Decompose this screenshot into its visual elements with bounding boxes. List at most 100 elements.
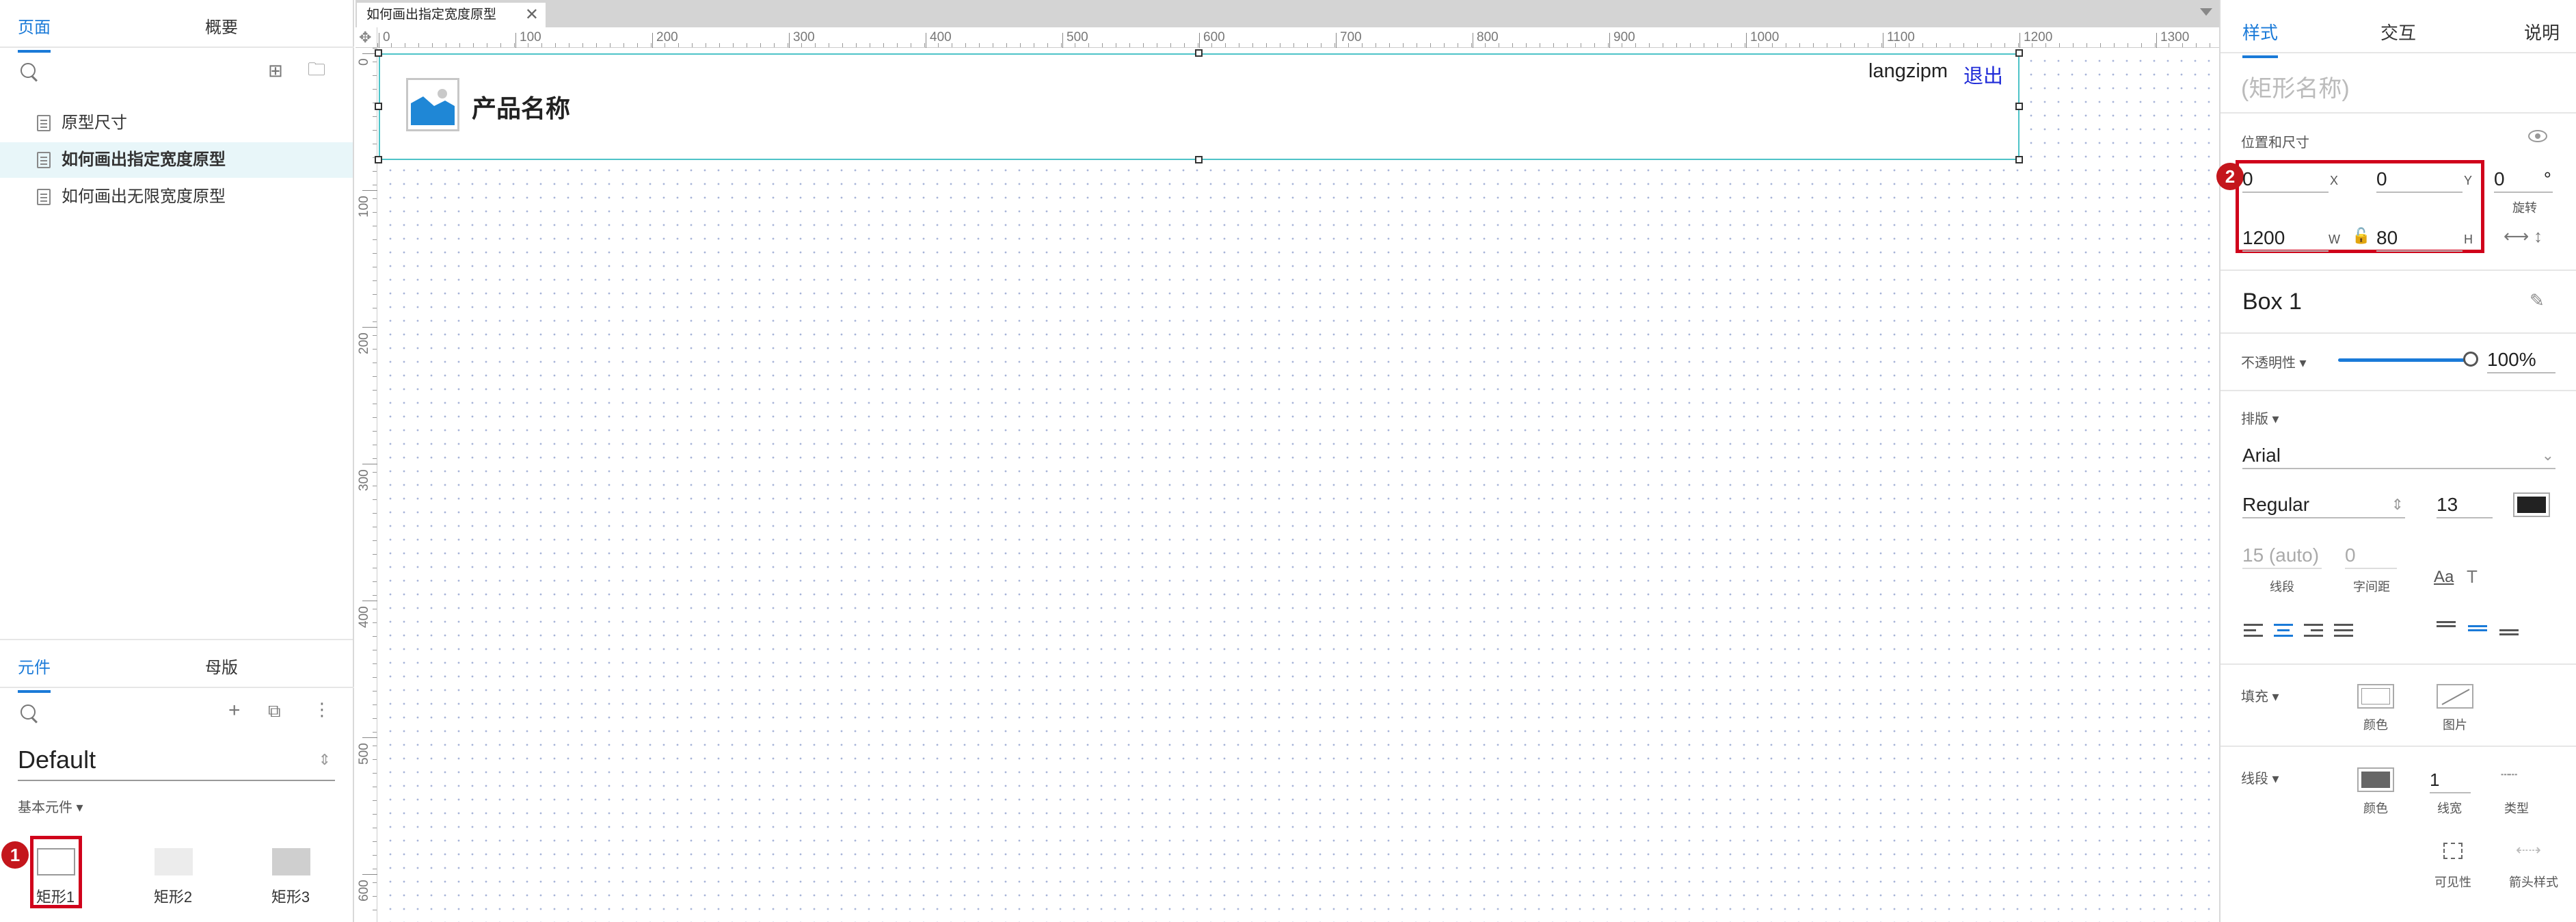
fit-width-icon[interactable]: ⟷ bbox=[2504, 226, 2529, 247]
y-label: Y bbox=[2464, 174, 2473, 187]
tab-widgets[interactable]: 元件 bbox=[18, 654, 51, 693]
resize-handle[interactable] bbox=[2015, 49, 2023, 57]
tab-style[interactable]: 样式 bbox=[2242, 19, 2279, 58]
chevron-updown-icon: ⇕ bbox=[318, 751, 331, 768]
valign-middle-icon[interactable] bbox=[2468, 625, 2487, 640]
widget-rectangle-2[interactable]: 矩形2 bbox=[135, 833, 211, 908]
rotation-input[interactable]: 0 ° bbox=[2494, 166, 2553, 193]
resize-handle[interactable] bbox=[375, 49, 382, 57]
font-color-swatch[interactable] bbox=[2513, 492, 2550, 517]
resize-handle[interactable] bbox=[2015, 103, 2023, 110]
stroke-width-input[interactable]: 1 bbox=[2430, 766, 2471, 793]
opacity-slider-track[interactable] bbox=[2338, 358, 2473, 362]
ruler-tick: 300 bbox=[793, 30, 815, 44]
image-placeholder-icon[interactable] bbox=[406, 78, 459, 131]
opacity-label[interactable]: 不透明性 ▾ bbox=[2241, 352, 2307, 371]
design-canvas[interactable] bbox=[378, 49, 2219, 922]
char-spacing-input[interactable]: 0 bbox=[2345, 542, 2397, 569]
font-size-input[interactable]: 13 bbox=[2437, 491, 2493, 518]
text-case-icon[interactable]: Aa bbox=[2434, 568, 2454, 587]
stroke-color-label: 颜色 bbox=[2363, 802, 2388, 815]
typography-label[interactable]: 排版 ▾ bbox=[2241, 408, 2279, 427]
stroke-label[interactable]: 线段 ▾ bbox=[2241, 767, 2279, 787]
document-tab[interactable]: 如何画出指定宽度原型 ✕ bbox=[357, 3, 546, 27]
ruler-tick: 0 bbox=[383, 30, 390, 44]
resize-handle[interactable] bbox=[1195, 156, 1203, 163]
page-item-selected[interactable]: 如何画出指定宽度原型 bbox=[0, 142, 353, 178]
x-input[interactable]: 0 bbox=[2242, 166, 2329, 193]
edit-note-icon[interactable]: ✎ bbox=[2530, 290, 2545, 311]
align-right-icon[interactable] bbox=[2304, 624, 2323, 639]
y-input[interactable]: 0 bbox=[2376, 166, 2463, 193]
tab-interactions[interactable]: 交互 bbox=[2380, 19, 2416, 44]
align-left-icon[interactable] bbox=[2244, 624, 2263, 639]
fill-color-swatch[interactable] bbox=[2357, 684, 2394, 709]
page-label: 如何画出指定宽度原型 bbox=[62, 150, 226, 169]
search-icon[interactable] bbox=[19, 703, 40, 724]
left-panel: 页面 概要 ⊞ 🗀 原型尺寸 如何画出指定宽度原型 如何画出无限宽度原型 元件 … bbox=[0, 0, 354, 922]
highlight-box-1 bbox=[30, 836, 82, 908]
ruler-tick: 1000 bbox=[1750, 30, 1780, 44]
lock-icon[interactable]: 🔓 bbox=[2352, 227, 2370, 245]
tab-pages[interactable]: 页面 bbox=[18, 14, 51, 53]
add-library-icon[interactable]: + bbox=[228, 700, 241, 721]
fit-height-icon[interactable]: ↕ bbox=[2534, 226, 2543, 247]
page-item[interactable]: 如何画出无限宽度原型 bbox=[0, 179, 353, 215]
shape-name-input[interactable]: (矩形名称) bbox=[2241, 70, 2350, 103]
page-label: 原型尺寸 bbox=[62, 114, 127, 132]
more-icon[interactable]: ⋮ bbox=[313, 699, 331, 720]
ruler-tick: 500 bbox=[357, 743, 371, 765]
stroke-type-icon[interactable]: ┄┄ bbox=[2501, 766, 2517, 784]
resize-handle[interactable] bbox=[1195, 49, 1203, 57]
font-select[interactable]: Arial ⌄ bbox=[2242, 442, 2555, 469]
stroke-color-swatch[interactable] bbox=[2357, 767, 2394, 792]
page-item[interactable]: 原型尺寸 bbox=[0, 105, 353, 141]
ruler-tick: 800 bbox=[1477, 30, 1499, 44]
font-style-select[interactable]: Regular ⇕ bbox=[2242, 491, 2405, 518]
ruler-tick: 600 bbox=[1203, 30, 1225, 44]
text-shadow-icon[interactable]: T bbox=[2467, 566, 2478, 588]
arrow-style-icon[interactable]: ⇠⇢ bbox=[2516, 841, 2541, 859]
line-spacing-label: 线段 bbox=[2270, 580, 2294, 594]
width-input[interactable]: 1200 bbox=[2242, 224, 2329, 252]
resize-handle[interactable] bbox=[375, 156, 382, 163]
header-rectangle[interactable] bbox=[379, 53, 2020, 160]
line-spacing-input[interactable]: 15 (auto) bbox=[2242, 542, 2322, 569]
align-center-icon[interactable] bbox=[2274, 624, 2293, 639]
library-select[interactable]: Default ⇕ bbox=[18, 746, 335, 781]
widget-label: 矩形2 bbox=[153, 888, 193, 906]
visibility-icon[interactable] bbox=[2443, 843, 2463, 859]
resize-handle[interactable] bbox=[375, 103, 382, 110]
opacity-input[interactable]: 100% bbox=[2487, 346, 2555, 373]
divider bbox=[2221, 390, 2576, 391]
eye-icon[interactable] bbox=[2528, 130, 2547, 142]
tab-outline[interactable]: 概要 bbox=[205, 14, 238, 38]
ruler-tick: 1200 bbox=[2024, 30, 2053, 44]
align-justify-icon[interactable] bbox=[2334, 624, 2353, 639]
valign-top-icon[interactable] bbox=[2437, 621, 2456, 636]
widget-name[interactable]: Box 1 bbox=[2242, 289, 2302, 315]
opacity-slider-handle[interactable] bbox=[2463, 352, 2478, 367]
height-input[interactable]: 80 bbox=[2376, 224, 2463, 252]
page-icon bbox=[37, 189, 51, 205]
fill-image-swatch[interactable] bbox=[2437, 684, 2473, 709]
tab-masters[interactable]: 母版 bbox=[205, 654, 238, 678]
degree-symbol: ° bbox=[2543, 168, 2551, 189]
tab-menu-icon[interactable] bbox=[2200, 8, 2212, 16]
add-page-icon[interactable]: ⊞ bbox=[268, 60, 283, 81]
tab-notes[interactable]: 说明 bbox=[2524, 19, 2560, 44]
library-category[interactable]: 基本元件 ▾ bbox=[18, 796, 83, 816]
search-icon[interactable] bbox=[19, 62, 40, 82]
rotation-label: 旋转 bbox=[2512, 201, 2537, 215]
library-stack-icon[interactable]: ⧉ bbox=[268, 700, 281, 721]
ruler-tick: 300 bbox=[357, 469, 371, 491]
step-badge-1: 1 bbox=[1, 841, 29, 869]
close-icon[interactable]: ✕ bbox=[525, 3, 539, 27]
ruler-corner-icon[interactable] bbox=[355, 27, 377, 48]
widget-rectangle-3[interactable]: 矩形3 bbox=[253, 833, 328, 908]
logout-link[interactable]: 退出 bbox=[1963, 60, 2003, 89]
valign-bottom-icon[interactable] bbox=[2499, 629, 2519, 644]
folder-icon[interactable]: 🗀 bbox=[308, 59, 325, 79]
resize-handle[interactable] bbox=[2015, 156, 2023, 163]
fill-label[interactable]: 填充 ▾ bbox=[2241, 685, 2279, 705]
